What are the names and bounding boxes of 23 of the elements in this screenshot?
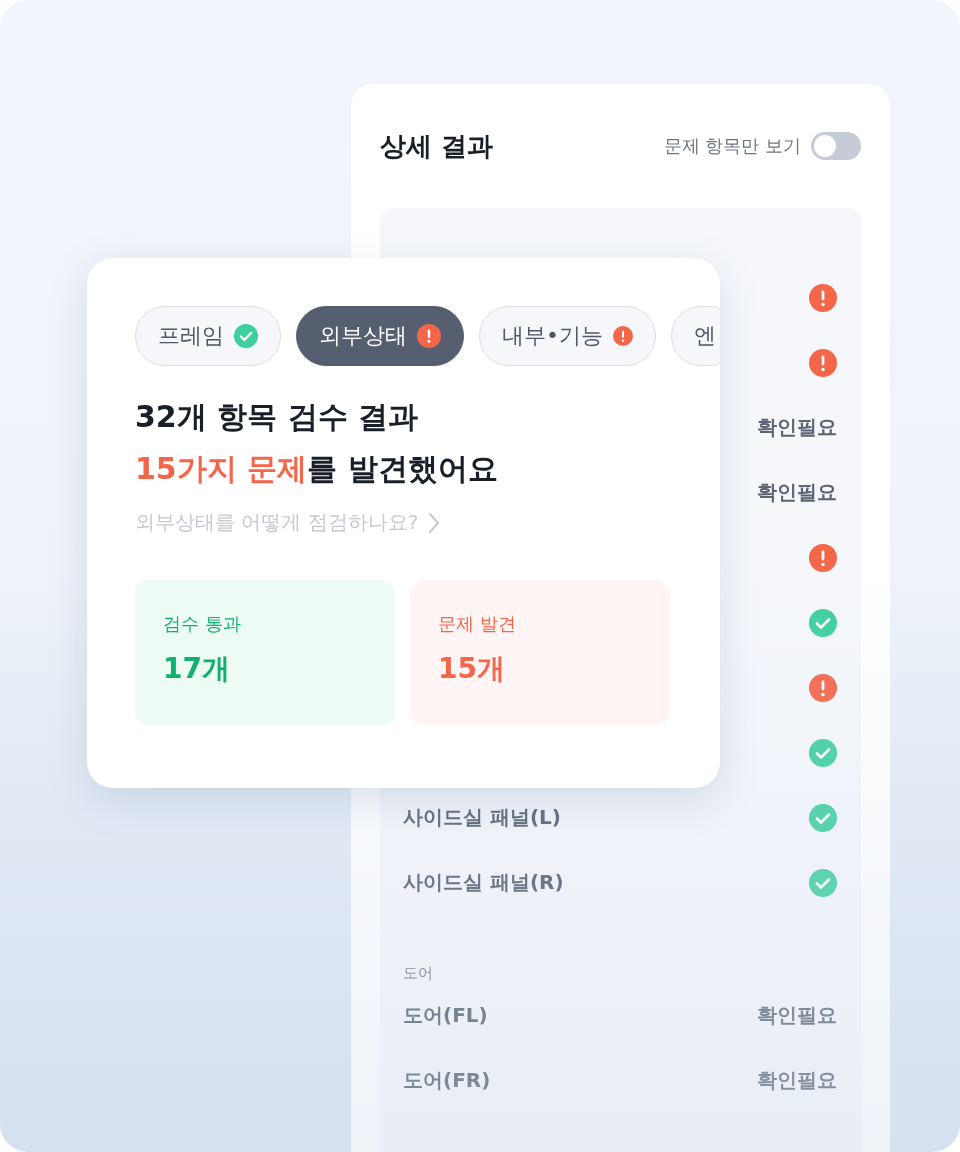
stat-label: 검수 통과: [163, 612, 242, 636]
item-name: 도어(FR): [403, 1067, 491, 1094]
category-tab[interactable]: 내부•기능: [479, 306, 656, 366]
filter-switch[interactable]: [811, 132, 861, 160]
headline: 15가지 문제를 발견했어요: [135, 450, 499, 488]
group-label: 도어: [403, 963, 434, 983]
category-tab[interactable]: 프레임: [135, 306, 281, 366]
status-text: 확인필요: [757, 1067, 837, 1094]
stat-value: 15개: [438, 651, 506, 687]
status-text: 확인필요: [757, 414, 837, 441]
category-tab[interactable]: 엔: [671, 306, 720, 366]
item-name: 도어(FL): [403, 1002, 488, 1029]
item-name: 사이드실 패널(L): [403, 804, 561, 831]
item-name: 사이드실 패널(R): [403, 869, 564, 896]
status-text: 확인필요: [757, 1002, 837, 1029]
panel-title: 상세 결과: [380, 129, 494, 163]
chevron-icon: [428, 511, 441, 534]
category-tab[interactable]: 외부상태: [296, 306, 464, 366]
headline: 32개 항목 검수 결과: [135, 398, 420, 436]
toggle-label: 문제 항목만 보기: [663, 134, 801, 158]
stat-label: 문제 발견: [438, 612, 517, 636]
status-text: 확인필요: [757, 479, 837, 506]
stat-value: 17개: [163, 651, 231, 687]
